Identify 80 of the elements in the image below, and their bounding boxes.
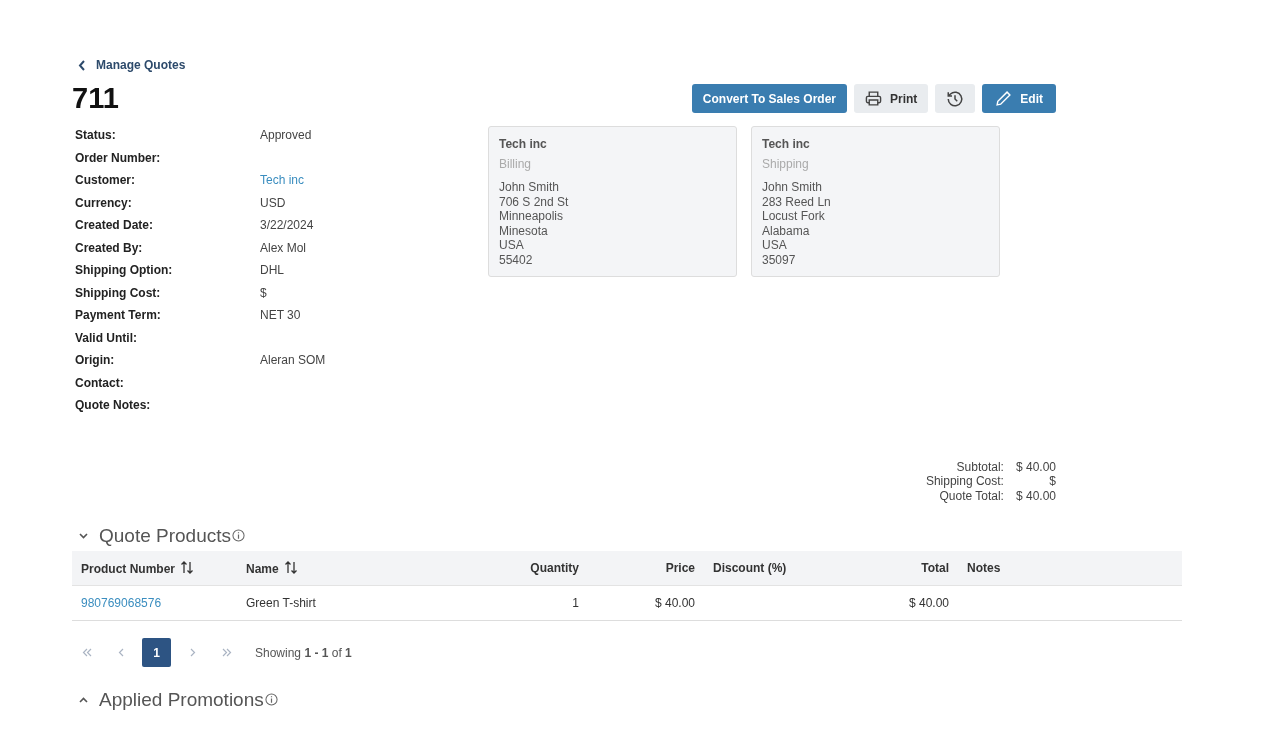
- field-label: Status:: [74, 128, 117, 144]
- address-line: Alabama: [762, 223, 811, 238]
- company-name: Tech inc: [499, 137, 548, 152]
- column-header: Total: [850, 551, 958, 586]
- field-value: USD: [260, 195, 286, 210]
- field-label: Payment Term:: [74, 308, 162, 324]
- column-header[interactable]: Name: [237, 551, 466, 586]
- info-icon: [264, 693, 278, 706]
- address-line: USA: [499, 238, 525, 253]
- field-value: 3/22/2024: [260, 218, 314, 232]
- field-value: DHL: [260, 263, 284, 277]
- section-header[interactable]: Quote Products: [78, 523, 246, 549]
- column-header: Notes: [958, 551, 1182, 586]
- history-button[interactable]: [935, 84, 976, 113]
- total-label: Shipping Cost:: [925, 474, 1004, 489]
- section-title: Applied Promotions: [99, 689, 264, 711]
- field-label: Shipping Option:: [74, 263, 174, 279]
- history-icon: [946, 89, 965, 108]
- info-icon: [232, 529, 246, 542]
- table-cell: Green T-shirt: [246, 596, 316, 610]
- field-label: Customer:: [74, 173, 136, 189]
- table-cell: $ 40.00: [654, 596, 695, 610]
- total-value: $ 40.00: [1015, 488, 1056, 503]
- column-header: Discount (%): [704, 551, 850, 586]
- edit-button[interactable]: Edit: [982, 84, 1056, 113]
- field-label: Valid Until:: [74, 330, 138, 346]
- address-line: 283 Reed Ln: [762, 194, 832, 209]
- quote-number-title: 711: [72, 82, 119, 115]
- field-value: Alex Mol: [260, 240, 306, 255]
- printer-icon: [865, 90, 882, 107]
- address-line: USA: [762, 238, 788, 253]
- page-button[interactable]: 1: [142, 638, 171, 667]
- product-number-link[interactable]: 980769068576: [81, 596, 162, 610]
- field-label: Quote Notes:: [74, 398, 152, 414]
- address-type: Shipping: [762, 156, 810, 171]
- section-header[interactable]: Applied Promotions: [78, 687, 278, 713]
- field-label: Currency:: [74, 195, 133, 211]
- field-label: Order Number:: [74, 150, 162, 166]
- table-cell: 1: [572, 596, 579, 610]
- total-value: $ 40.00: [1015, 459, 1056, 474]
- chevron-up-icon: [78, 695, 89, 705]
- address-type: Billing: [499, 156, 532, 171]
- chevron-left-icon: [78, 59, 86, 71]
- column-header: Price: [588, 551, 704, 586]
- address-line: 706 S 2nd St: [499, 194, 570, 209]
- last-page-icon: [221, 648, 232, 657]
- pencil-icon: [995, 90, 1013, 107]
- address-line: Locust Fork: [762, 209, 826, 224]
- address-line: Minesota: [499, 223, 549, 238]
- field-value: Approved: [260, 128, 312, 142]
- address-line: 35097: [762, 252, 797, 267]
- address-line: 55402: [499, 252, 534, 267]
- field-value: NET 30: [260, 308, 301, 322]
- field-label: Contact:: [74, 375, 125, 391]
- field-value: Aleran SOM: [260, 353, 326, 367]
- field-label: Created By:: [74, 240, 144, 256]
- pagination-summary: Showing 1 - 1 of 1: [255, 645, 352, 660]
- field-label: Origin:: [74, 353, 116, 369]
- section-title: Quote Products: [99, 525, 232, 547]
- back-link[interactable]: Manage Quotes: [78, 58, 186, 72]
- total-label: Quote Total:: [938, 488, 1004, 503]
- first-page-icon: [81, 648, 92, 657]
- field-label: Created Date:: [74, 218, 155, 234]
- print-button[interactable]: Print: [854, 84, 929, 113]
- total-label: Subtotal:: [955, 459, 1004, 474]
- address-line: John Smith: [499, 180, 561, 195]
- sort-icon[interactable]: [283, 560, 298, 574]
- customer-link[interactable]: Tech inc: [260, 173, 305, 187]
- chevron-down-icon: [78, 531, 89, 541]
- address-line: John Smith: [762, 180, 824, 195]
- company-name: Tech inc: [762, 137, 811, 152]
- table-cell: $ 40.00: [908, 596, 949, 610]
- column-header[interactable]: Product Number: [72, 551, 237, 586]
- sort-icon[interactable]: [180, 560, 194, 574]
- field-value: $: [260, 285, 267, 300]
- convert-to-sales-order-button[interactable]: Convert To Sales Order: [691, 84, 847, 113]
- total-value: $: [1048, 474, 1056, 489]
- address-line: Minneapolis: [499, 209, 565, 224]
- field-label: Shipping Cost:: [74, 285, 162, 301]
- column-header: Quantity: [466, 551, 588, 586]
